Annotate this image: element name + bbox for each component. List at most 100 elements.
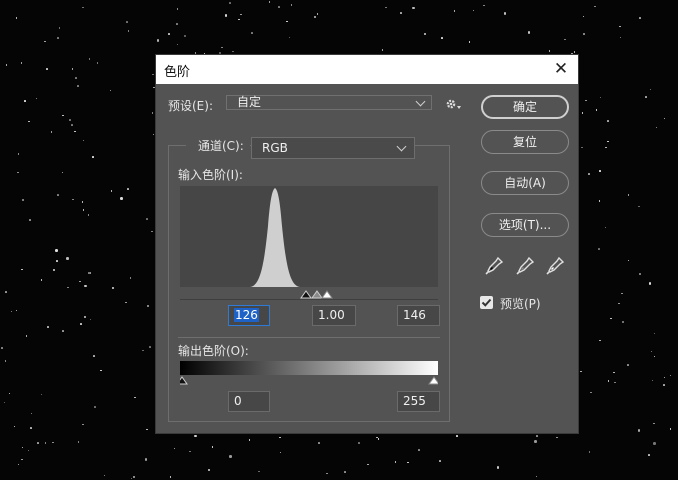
star [89,318,92,321]
options-button[interactable]: 选项(T)... [481,213,569,237]
eyedropper-white-icon[interactable] [545,256,565,276]
output-levels-label: 输出色阶(O): [178,344,249,358]
star [232,50,234,52]
input-black-field[interactable]: 126 [228,305,270,326]
star [268,1,271,3]
star [89,272,92,274]
star [627,364,629,366]
star [120,197,123,200]
star [83,315,86,319]
star [238,18,240,20]
star [585,99,587,102]
star [377,438,379,440]
star [588,451,591,453]
preview-checkbox[interactable] [480,296,493,309]
channel-dropdown[interactable]: RGB [251,137,415,159]
star [4,360,7,362]
star [1,347,3,349]
star [21,458,23,461]
output-white-field[interactable]: 255 [397,391,440,412]
dialog-title: 色阶 [164,65,191,80]
star [71,68,74,70]
star [581,146,583,149]
star [44,40,46,42]
star [573,51,576,53]
star [17,171,19,174]
star [496,466,500,469]
star [146,218,148,220]
preset-dropdown[interactable]: 自定 [226,95,432,110]
star [580,370,582,373]
star [176,23,178,25]
star [645,96,647,98]
star [279,436,281,439]
levels-dialog: 色阶 ✕ 预设(E): 自定 确定 复位 自动(A) 选项(T)... 预览(P… [155,54,579,434]
star [29,219,31,221]
star [290,4,293,6]
star [57,37,59,39]
checkmark-icon [481,298,492,307]
output-black-slider[interactable] [180,376,188,385]
star [127,188,129,190]
star [3,401,6,404]
input-slider-track [180,290,438,300]
input-gamma-field[interactable]: 1.00 [312,305,356,326]
close-icon[interactable]: ✕ [550,58,572,80]
star [639,17,641,19]
star [556,436,558,439]
star [28,120,30,123]
star [313,15,317,18]
star [207,468,211,472]
star [75,77,77,79]
star [82,139,85,141]
gear-icon[interactable] [445,97,463,111]
star [21,198,25,202]
star [71,124,73,126]
input-levels-label: 输入色阶(I): [178,168,243,182]
star [67,286,69,289]
input-white-slider[interactable] [321,290,333,299]
star [100,369,102,371]
title-bar[interactable]: 色阶 ✕ [156,55,578,84]
star [534,440,537,443]
star [669,374,672,377]
star [653,442,656,445]
star [92,156,94,158]
star [648,454,650,456]
star [94,406,96,408]
star [151,230,153,233]
star [46,68,48,70]
ok-button[interactable]: 确定 [481,95,569,119]
histogram [180,186,438,287]
star [82,209,85,211]
star [595,109,597,111]
star [134,396,136,399]
preset-label: 预设(E): [168,99,213,113]
star [663,384,665,386]
eyedropper-black-icon[interactable] [484,256,504,276]
star [258,470,260,473]
star [548,50,551,52]
star [400,12,402,14]
star [30,412,32,415]
star [582,15,585,18]
reset-button[interactable]: 复位 [481,130,569,154]
eyedropper-gray-icon[interactable] [515,256,535,276]
star [87,214,90,216]
star [132,475,135,478]
output-white-value: 255 [403,394,426,408]
input-black-slider[interactable] [300,290,312,299]
output-black-field[interactable]: 0 [228,391,270,412]
auto-button[interactable]: 自动(A) [481,171,569,195]
star [47,326,49,328]
star [613,371,615,374]
star [599,339,601,342]
output-white-slider[interactable] [428,376,438,385]
input-gamma-slider[interactable] [311,290,323,299]
input-white-field[interactable]: 146 [397,305,440,326]
star [594,5,596,8]
star [367,463,369,465]
star [316,13,319,15]
star [394,461,397,463]
star [189,450,191,453]
